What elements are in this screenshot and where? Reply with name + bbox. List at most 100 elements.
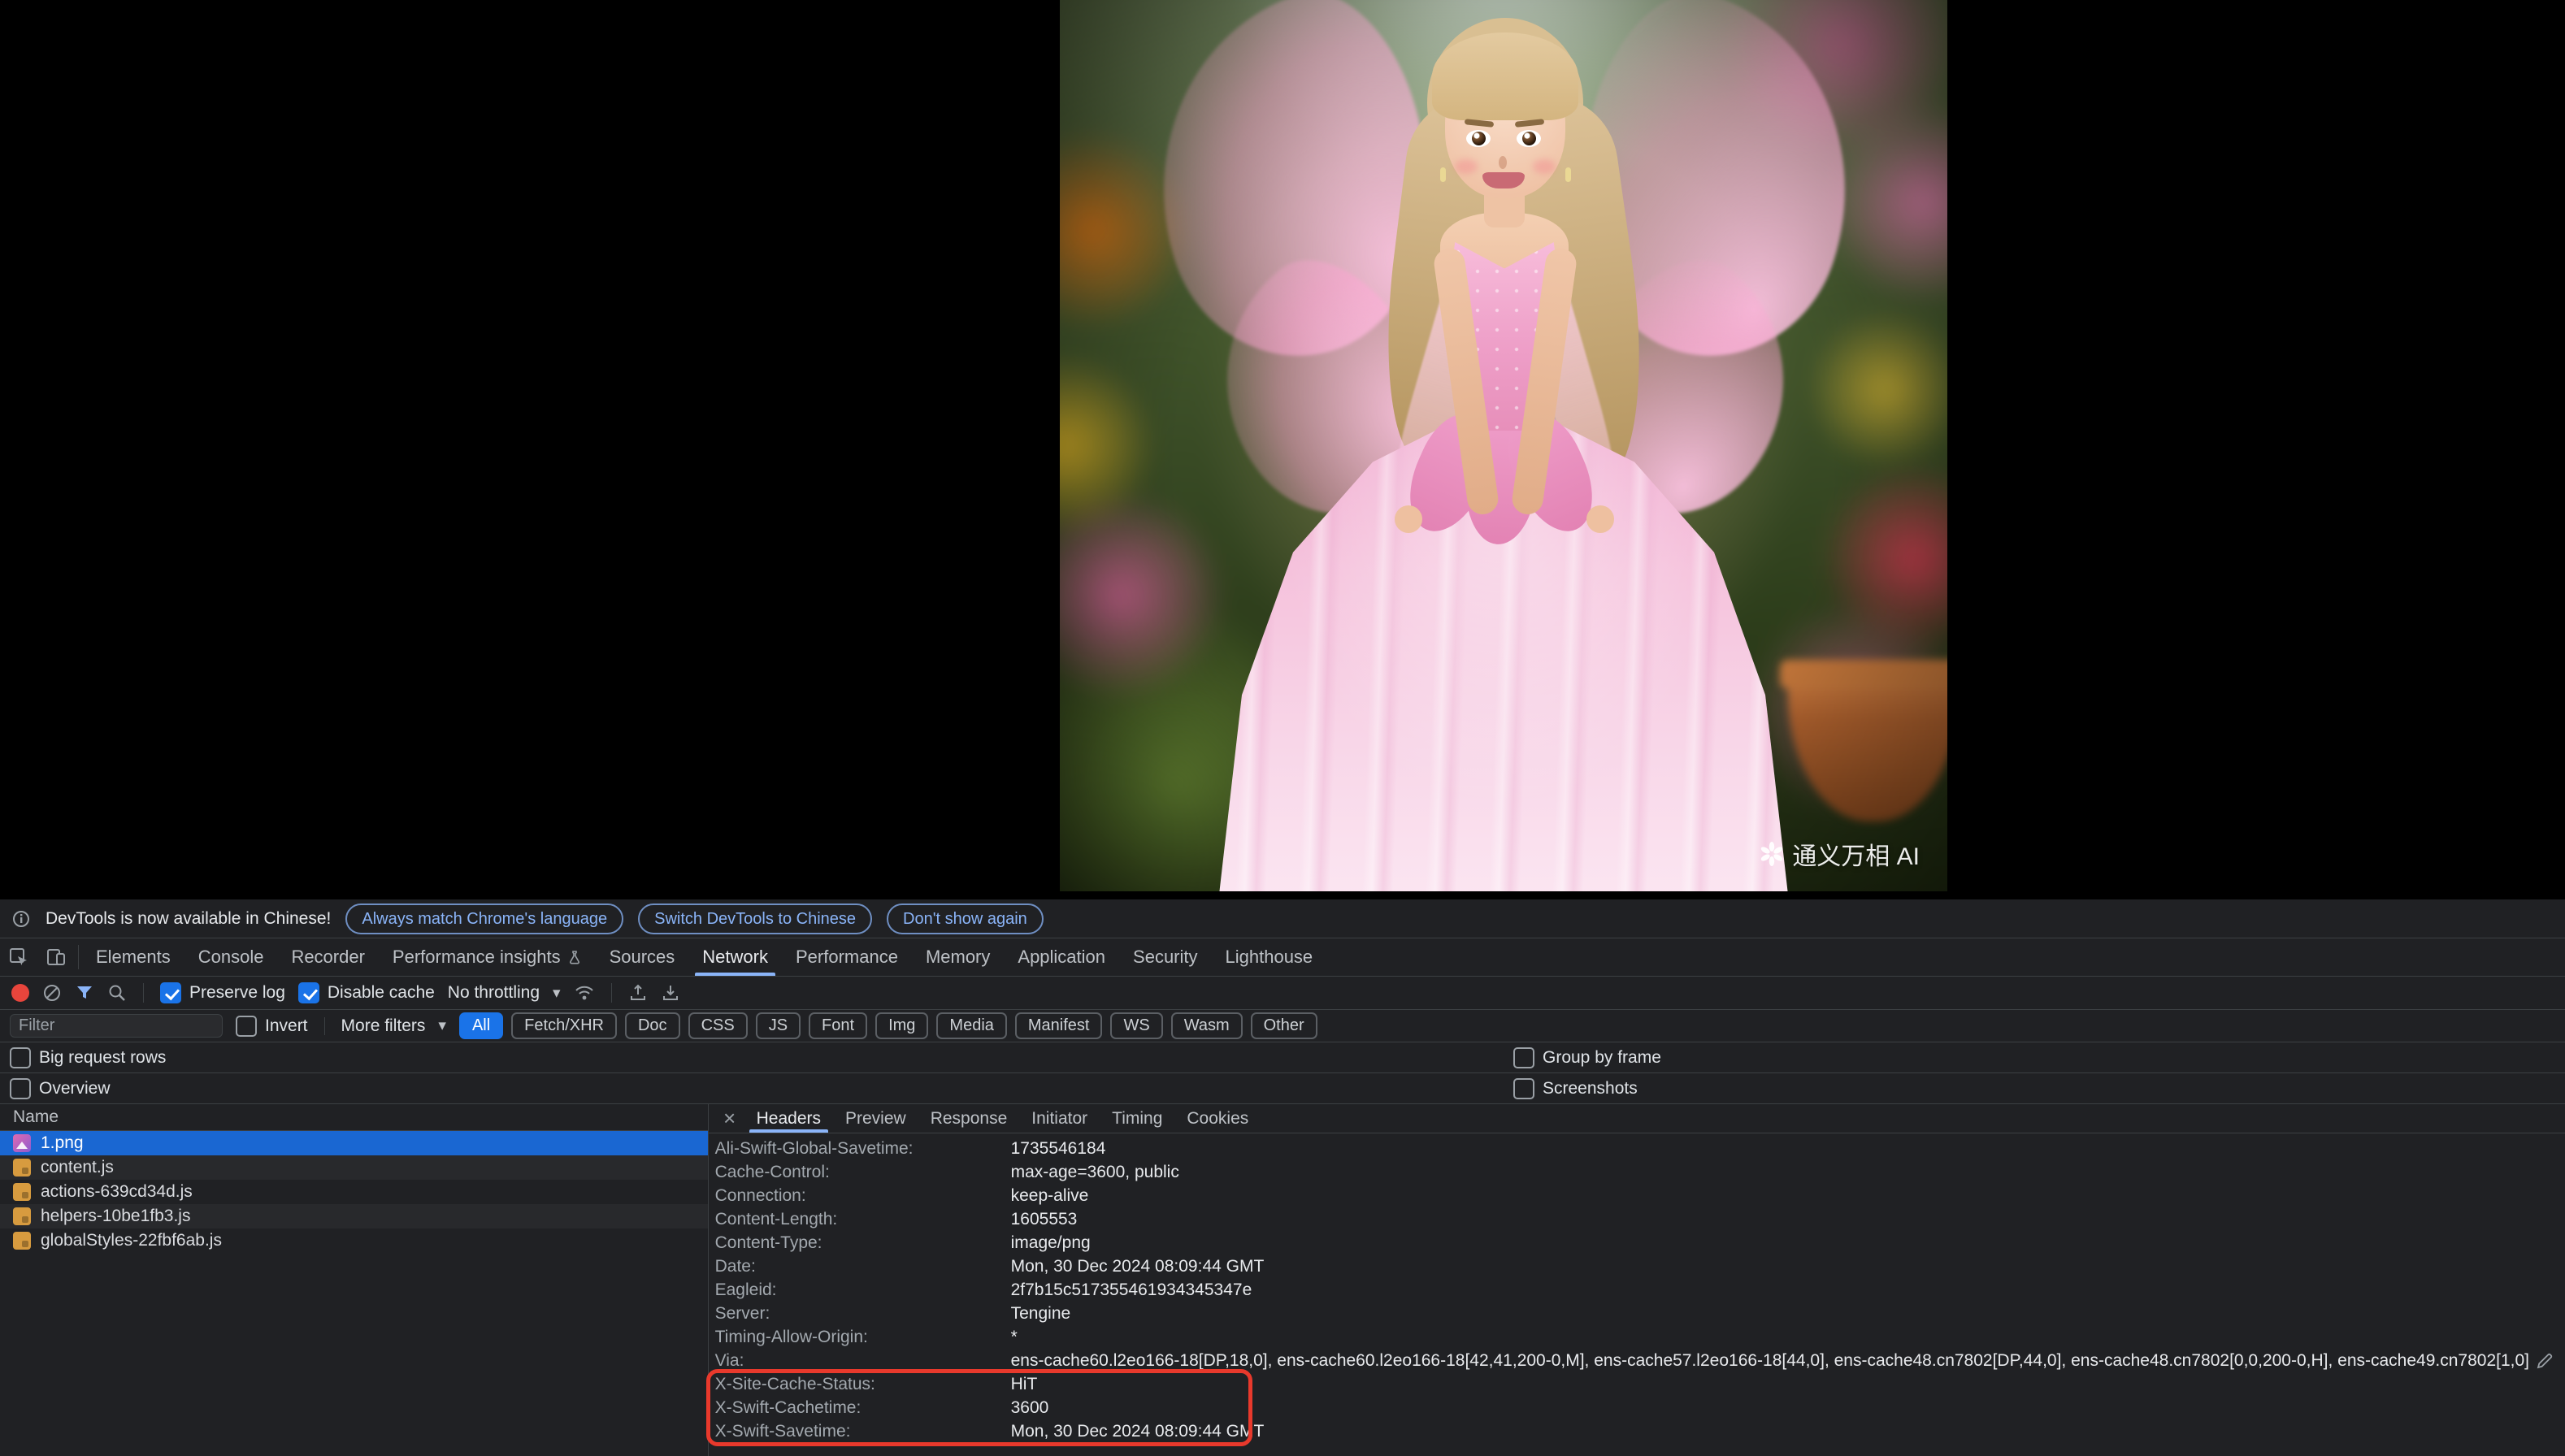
name-column-header[interactable]: Name	[0, 1104, 708, 1131]
divider	[611, 983, 612, 1003]
group-by-frame-label: Group by frame	[1543, 1048, 1661, 1068]
switch-devtools-chinese-button[interactable]: Switch DevTools to Chinese	[638, 904, 872, 934]
tab-sources[interactable]: Sources	[596, 938, 689, 976]
header-name: Server:	[715, 1304, 1011, 1324]
tab-performance-insights-label: Performance insights	[393, 947, 561, 968]
chip-doc[interactable]: Doc	[625, 1012, 680, 1039]
header-name: Timing-Allow-Origin:	[715, 1328, 1011, 1347]
chip-js[interactable]: JS	[756, 1012, 801, 1039]
request-row[interactable]: actions-639cd34d.js	[0, 1180, 708, 1204]
tab-performance-insights[interactable]: Performance insights	[379, 938, 596, 976]
filter-funnel-icon[interactable]	[75, 983, 94, 1003]
tab-application[interactable]: Application	[1004, 938, 1119, 976]
tab-performance[interactable]: Performance	[782, 938, 912, 976]
tab-timing[interactable]: Timing	[1100, 1104, 1174, 1133]
tab-elements[interactable]: Elements	[82, 938, 184, 976]
big-request-rows-label: Big request rows	[39, 1048, 166, 1068]
header-row-highlighted: X-Site-Cache-Status: HiT	[709, 1372, 2565, 1396]
close-icon[interactable]	[715, 1104, 744, 1133]
header-value: 2f7b15c517355461934345347e	[1011, 1280, 2565, 1300]
checkbox-checked[interactable]	[298, 982, 319, 1003]
chip-img[interactable]: Img	[875, 1012, 928, 1039]
request-row[interactable]: helpers-10be1fb3.js	[0, 1204, 708, 1228]
request-row[interactable]: 1.png	[0, 1131, 708, 1155]
response-headers-list: Ali-Swift-Global-Savetime: 1735546184 Ca…	[709, 1133, 2565, 1443]
header-row: Date: Mon, 30 Dec 2024 08:09:44 GMT	[709, 1254, 2565, 1278]
dont-show-again-button[interactable]: Don't show again	[887, 904, 1044, 934]
header-name: X-Swift-Cachetime:	[715, 1398, 1011, 1418]
network-filterbar: Invert More filters All Fetch/XHR Doc CS…	[0, 1010, 2565, 1042]
checkbox-unchecked[interactable]	[10, 1047, 31, 1068]
request-row[interactable]: globalStyles-22fbf6ab.js	[0, 1228, 708, 1253]
header-row: Server: Tengine	[709, 1302, 2565, 1325]
edit-header-icon[interactable]	[2536, 1352, 2554, 1370]
request-row[interactable]: content.js	[0, 1155, 708, 1180]
fairy-image: 通义万相 AI	[1060, 0, 1947, 891]
device-toolbar-icon[interactable]	[37, 938, 75, 976]
fairy-earring	[1440, 167, 1446, 182]
tab-response[interactable]: Response	[918, 1104, 1020, 1133]
import-har-icon[interactable]	[628, 983, 648, 1003]
tab-initiator[interactable]: Initiator	[1019, 1104, 1100, 1133]
header-row: Cache-Control: max-age=3600, public	[709, 1160, 2565, 1184]
image-file-icon	[13, 1134, 31, 1152]
checkbox-unchecked[interactable]	[1513, 1078, 1534, 1099]
header-name: Date:	[715, 1257, 1011, 1276]
search-icon[interactable]	[107, 983, 127, 1003]
info-icon	[11, 909, 31, 929]
record-button[interactable]	[11, 984, 29, 1002]
tab-security[interactable]: Security	[1119, 938, 1211, 976]
header-row: Eagleid: 2f7b15c517355461934345347e	[709, 1278, 2565, 1302]
devtools-panel: DevTools is now available in Chinese! Al…	[0, 899, 2565, 1456]
tab-recorder[interactable]: Recorder	[277, 938, 378, 976]
tab-console[interactable]: Console	[184, 938, 278, 976]
inspect-element-icon[interactable]	[0, 938, 37, 976]
preserve-log-label: Preserve log	[189, 983, 285, 1003]
chip-fetch-xhr[interactable]: Fetch/XHR	[511, 1012, 617, 1039]
checkbox-unchecked[interactable]	[10, 1078, 31, 1099]
header-name: X-Site-Cache-Status:	[715, 1375, 1011, 1394]
tab-memory[interactable]: Memory	[912, 938, 1004, 976]
chip-font[interactable]: Font	[809, 1012, 867, 1039]
tab-lighthouse[interactable]: Lighthouse	[1212, 938, 1327, 976]
checkbox-checked[interactable]	[160, 982, 181, 1003]
throttling-select[interactable]: No throttling	[448, 983, 561, 1003]
chip-media[interactable]: Media	[936, 1012, 1006, 1039]
disable-cache-checkbox[interactable]: Disable cache	[298, 982, 435, 1003]
checkbox-unchecked[interactable]	[1513, 1047, 1534, 1068]
header-name: Connection:	[715, 1186, 1011, 1206]
infobar-message: DevTools is now available in Chinese!	[46, 909, 331, 929]
fairy-blush	[1455, 159, 1478, 174]
chip-all[interactable]: All	[459, 1012, 503, 1039]
request-name: helpers-10be1fb3.js	[41, 1207, 190, 1226]
tab-cookies[interactable]: Cookies	[1174, 1104, 1261, 1133]
screenshots-checkbox[interactable]: Screenshots	[1513, 1078, 1638, 1099]
script-file-icon	[13, 1159, 31, 1176]
tab-network[interactable]: Network	[688, 938, 782, 976]
chip-ws[interactable]: WS	[1110, 1012, 1162, 1039]
overview-checkbox[interactable]: Overview	[10, 1078, 111, 1099]
invert-checkbox[interactable]: Invert	[236, 1016, 308, 1037]
checkbox-unchecked[interactable]	[236, 1016, 257, 1037]
options-row-2: Overview Screenshots	[0, 1073, 2565, 1104]
filter-input[interactable]	[10, 1014, 223, 1038]
export-har-icon[interactable]	[661, 983, 680, 1003]
match-chrome-language-button[interactable]: Always match Chrome's language	[345, 904, 623, 934]
big-request-rows-checkbox[interactable]: Big request rows	[10, 1047, 166, 1068]
tab-preview[interactable]: Preview	[833, 1104, 918, 1133]
network-conditions-icon[interactable]	[574, 982, 595, 1003]
header-value: ens-cache60.l2eo166-18[DP,18,0], ens-cac…	[1011, 1351, 2529, 1371]
fairy-nose	[1499, 156, 1507, 169]
request-name: actions-639cd34d.js	[41, 1182, 193, 1202]
chip-wasm[interactable]: Wasm	[1171, 1012, 1243, 1039]
group-by-frame-checkbox[interactable]: Group by frame	[1513, 1047, 1661, 1068]
chip-manifest[interactable]: Manifest	[1015, 1012, 1103, 1039]
clear-icon[interactable]	[42, 983, 62, 1003]
preserve-log-checkbox[interactable]: Preserve log	[160, 982, 285, 1003]
chip-other[interactable]: Other	[1251, 1012, 1317, 1039]
script-file-icon	[13, 1207, 31, 1225]
request-details-pane: Headers Preview Response Initiator Timin…	[709, 1104, 2565, 1456]
more-filters-dropdown[interactable]: More filters	[341, 1016, 446, 1036]
chip-css[interactable]: CSS	[688, 1012, 748, 1039]
tab-headers[interactable]: Headers	[744, 1104, 833, 1133]
